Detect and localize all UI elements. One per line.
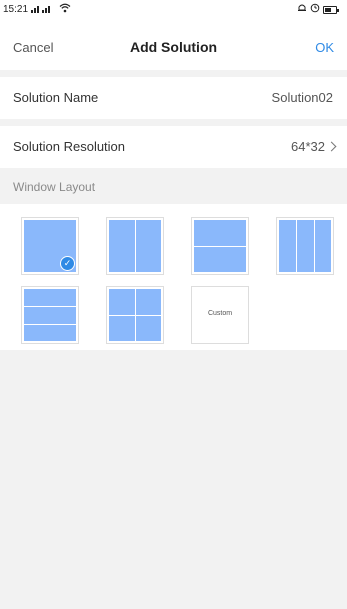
layout-divider bbox=[24, 306, 76, 308]
solution-name-value[interactable]: Solution02 bbox=[272, 90, 333, 105]
layout-preview bbox=[194, 220, 246, 272]
solution-resolution-value: 64*32 bbox=[291, 139, 325, 154]
nav-bar: Cancel Add Solution OK bbox=[0, 20, 347, 70]
signal-icon bbox=[31, 3, 57, 15]
layout-preview bbox=[109, 220, 161, 272]
chevron-right-icon bbox=[326, 141, 337, 152]
solution-name-label: Solution Name bbox=[13, 90, 99, 105]
page-title: Add Solution bbox=[129, 39, 218, 55]
layout-divider bbox=[313, 220, 315, 272]
layout-divider bbox=[24, 323, 76, 325]
window-layout-panel: ✓ Custom bbox=[0, 204, 347, 350]
layout-option-single[interactable]: ✓ bbox=[21, 217, 79, 275]
layout-preview bbox=[279, 220, 331, 272]
wifi-icon bbox=[59, 3, 71, 16]
layout-option-custom[interactable]: Custom bbox=[191, 286, 249, 344]
solution-resolution-row[interactable]: Solution Resolution 64*32 bbox=[0, 126, 347, 168]
layout-divider bbox=[194, 246, 246, 247]
custom-layout-label: Custom bbox=[207, 310, 233, 317]
battery-icon bbox=[323, 5, 339, 14]
solution-resolution-label: Solution Resolution bbox=[13, 139, 126, 154]
solution-name-row[interactable]: Solution Name Solution02 bbox=[0, 77, 347, 119]
window-layout-label: Window Layout bbox=[13, 180, 96, 194]
layout-preview bbox=[109, 289, 161, 341]
clock-icon bbox=[310, 3, 320, 16]
layout-option-three-columns[interactable] bbox=[276, 217, 334, 275]
layout-divider bbox=[296, 220, 298, 272]
ok-button[interactable]: OK bbox=[315, 40, 334, 55]
layout-option-three-rows[interactable] bbox=[21, 286, 79, 344]
layout-divider bbox=[135, 220, 136, 272]
layout-option-grid-2x2[interactable] bbox=[106, 286, 164, 344]
layout-option-two-columns[interactable] bbox=[106, 217, 164, 275]
alarm-icon bbox=[297, 3, 307, 16]
status-time: 15:21 bbox=[3, 4, 29, 15]
status-right-icons bbox=[297, 3, 339, 16]
check-icon: ✓ bbox=[60, 256, 75, 271]
layout-divider bbox=[109, 315, 161, 316]
status-bar: 15:21 bbox=[0, 0, 347, 20]
layout-option-two-rows[interactable] bbox=[191, 217, 249, 275]
layout-preview bbox=[24, 289, 76, 341]
